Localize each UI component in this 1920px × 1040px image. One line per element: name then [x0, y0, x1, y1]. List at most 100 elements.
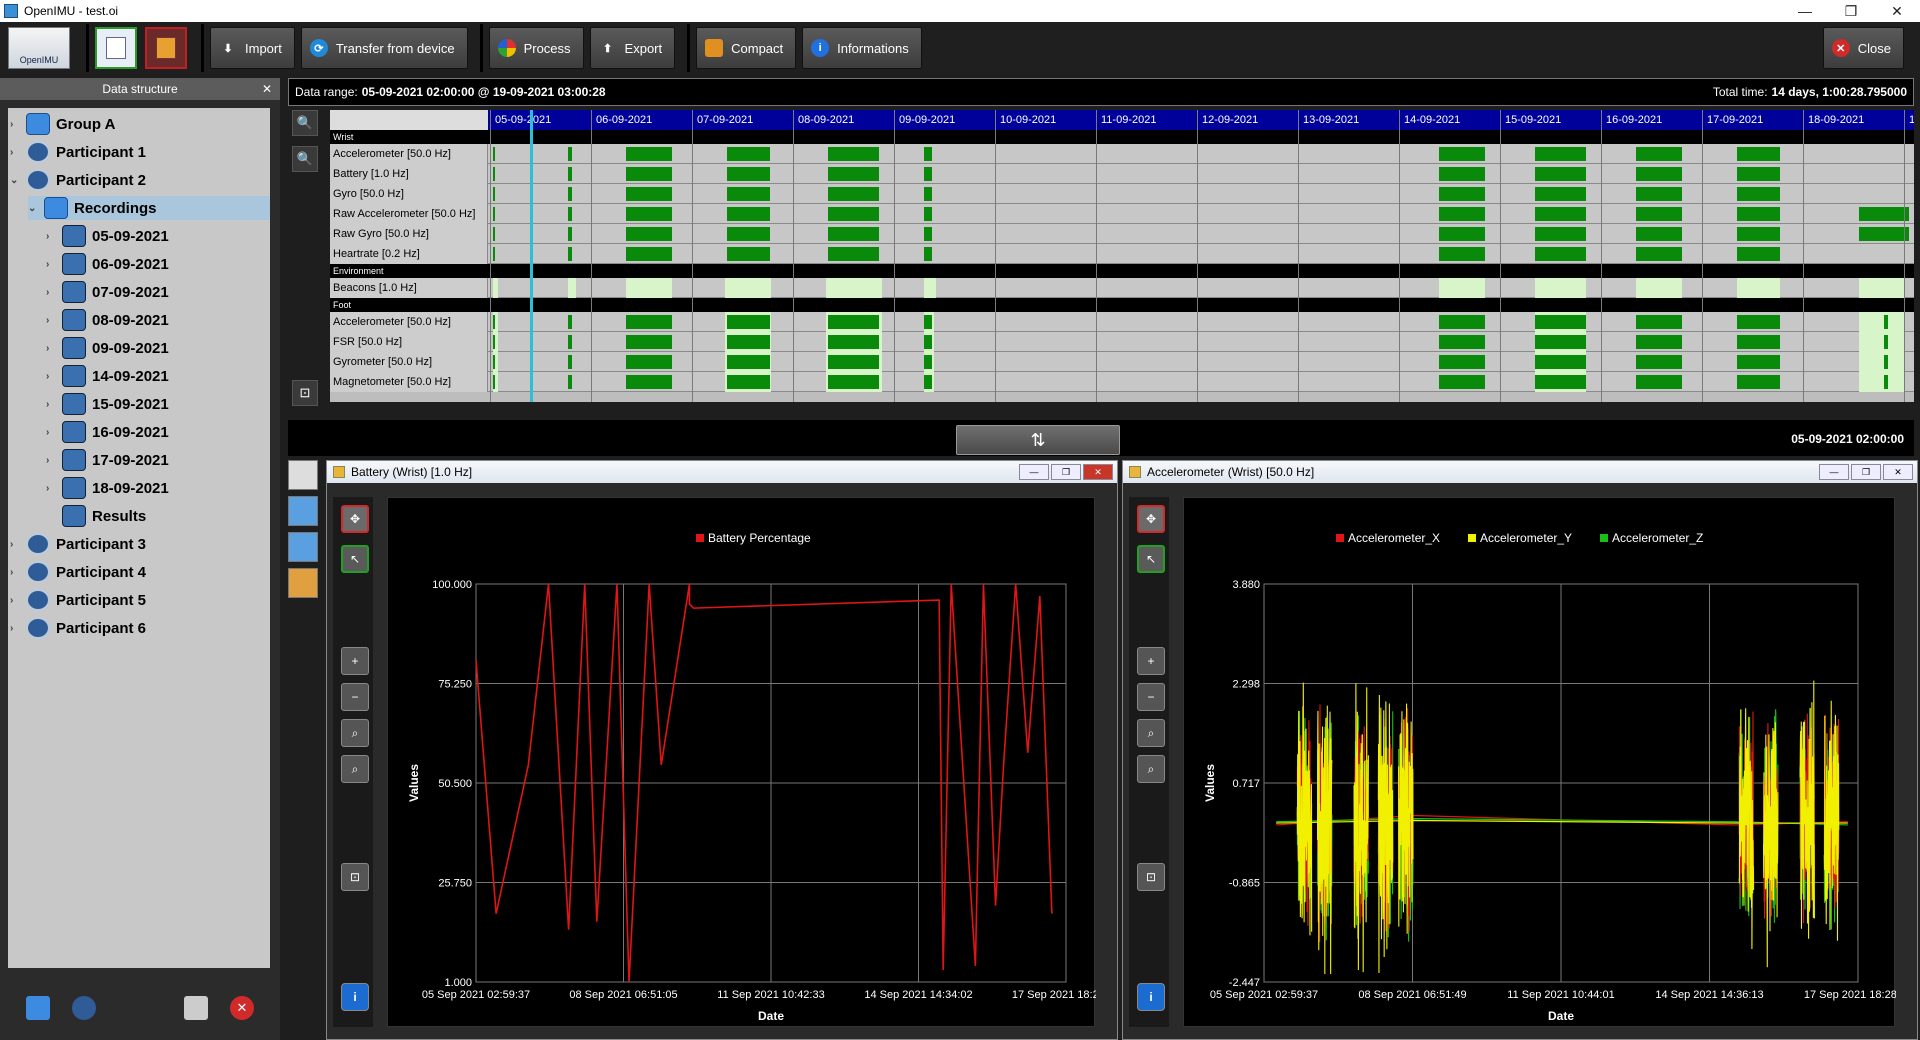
group-label: Environment	[333, 266, 384, 276]
zoom-in-icon[interactable]: +	[341, 647, 369, 675]
sensor-row[interactable]: Raw Gyro [50.0 Hz]	[330, 224, 1914, 244]
zoom-x-icon[interactable]: ⌕	[1137, 719, 1165, 747]
tree-item-recording[interactable]: › 15-09-2021	[46, 392, 169, 416]
window-minimize-button[interactable]: —	[1019, 464, 1049, 480]
window-close-button[interactable]: ✕	[1083, 464, 1113, 480]
sensor-row[interactable]: FSR [50.0 Hz]	[330, 332, 1914, 352]
tree-item-recording[interactable]: › 06-09-2021	[46, 252, 169, 276]
legend-label: Accelerometer_X	[1348, 531, 1440, 545]
informations-button[interactable]: i Informations	[802, 27, 922, 69]
calendar-icon	[62, 281, 86, 303]
restore-button[interactable]: ❐	[1828, 3, 1874, 20]
zoom-x-icon[interactable]: ⌕	[341, 719, 369, 747]
date-header-cell: 05-09-2021	[490, 110, 591, 130]
zoom-out-icon[interactable]: −	[1137, 683, 1165, 711]
window-close-button[interactable]: ✕	[1883, 464, 1913, 480]
sensor-row[interactable]: Raw Accelerometer [50.0 Hz]	[330, 204, 1914, 224]
delete-icon[interactable]: ✕	[230, 996, 254, 1020]
data-block	[1737, 278, 1780, 298]
sensor-row[interactable]: Heartrate [0.2 Hz]	[330, 244, 1914, 264]
transfer-button[interactable]: ⟳ Transfer from device	[300, 27, 468, 69]
sensor-row[interactable]: Gyro [50.0 Hz]	[330, 184, 1914, 204]
tree-item-participant[interactable]: › Participant 3	[10, 532, 146, 556]
window-maximize-button[interactable]: ❐	[1051, 464, 1081, 480]
date-header-cell: 17-09-2021	[1702, 110, 1803, 130]
tile-vertical-icon[interactable]	[288, 496, 318, 526]
tile-horizontal-icon[interactable]	[288, 532, 318, 562]
fit-icon[interactable]: ⊡	[341, 863, 369, 891]
battery-plot[interactable]: 100.000 75.250 50.500 25.750 1.000 05 Sep 202…	[387, 497, 1120, 1027]
toolbar-separator	[479, 24, 483, 72]
pane-close-button[interactable]: ✕	[262, 78, 272, 100]
tree-item-participant[interactable]: › Participant 6	[10, 616, 146, 640]
sensor-row[interactable]: Battery [1.0 Hz]	[330, 164, 1914, 184]
close-button[interactable]: ✕ Close	[1822, 27, 1904, 69]
fit-icon[interactable]: ⊡	[292, 380, 318, 406]
tree-item-group[interactable]: › Group A	[10, 112, 115, 136]
compact-button[interactable]: Compact	[696, 27, 797, 69]
data-block	[1636, 278, 1682, 298]
window-minimize-button[interactable]: —	[1819, 464, 1849, 480]
sensor-row[interactable]: Gyrometer [50.0 Hz]	[330, 352, 1914, 372]
data-view-button[interactable]	[95, 27, 137, 69]
data-block	[1737, 207, 1780, 221]
select-cursor-icon[interactable]: ↖	[341, 545, 369, 573]
data-block	[1858, 312, 1904, 332]
zoom-out-icon[interactable]: 🔍	[292, 146, 318, 172]
info-icon[interactable]: i	[341, 983, 369, 1011]
pan-icon[interactable]: ✥	[341, 505, 369, 533]
zoom-y-icon[interactable]: ⌕	[341, 755, 369, 783]
graph-view-icon[interactable]	[288, 460, 318, 490]
window-maximize-button[interactable]: ❐	[1851, 464, 1881, 480]
data-block	[1636, 167, 1682, 181]
swap-panels-button[interactable]: ⇅	[956, 425, 1120, 455]
tree-item-label: 14-09-2021	[92, 367, 169, 385]
y-tick-label: 25.750	[438, 878, 472, 890]
tree-item-participant[interactable]: ⌄ Participant 2	[10, 168, 146, 192]
tree-item-recording[interactable]: › 07-09-2021	[46, 280, 169, 304]
select-cursor-icon[interactable]: ↖	[1137, 545, 1165, 573]
tree-item-recording[interactable]: › 08-09-2021	[46, 308, 169, 332]
sensor-row[interactable]: Beacons [1.0 Hz]	[330, 278, 1914, 298]
sensor-row[interactable]: Magnetometer [50.0 Hz]	[330, 372, 1914, 392]
data-block	[1439, 147, 1485, 161]
timeline-grid[interactable]: 05-09-2021 06-09-2021 07-09-2021 08-09-2021…	[330, 110, 1914, 402]
day-gridline	[894, 110, 895, 402]
import-button[interactable]: ⬇ Import	[210, 27, 295, 69]
process-button[interactable]: Process	[488, 27, 584, 69]
zoom-y-icon[interactable]: ⌕	[1137, 755, 1165, 783]
tree-item-participant[interactable]: › Participant 4	[10, 560, 146, 584]
tile-grid-icon[interactable]	[288, 568, 318, 598]
tree-item-recording[interactable]: › 17-09-2021	[46, 448, 169, 472]
zoom-in-icon[interactable]: 🔍	[292, 110, 318, 136]
time-cursor[interactable]	[530, 110, 533, 402]
fit-icon[interactable]: ⊡	[1137, 863, 1165, 891]
zoom-in-icon[interactable]: +	[1137, 647, 1165, 675]
clean-icon[interactable]	[184, 996, 208, 1020]
tree-item-recording[interactable]: › 16-09-2021	[46, 420, 169, 444]
tree-item-label: Group A	[56, 115, 116, 133]
info-icon[interactable]: i	[1137, 983, 1165, 1011]
window-close-button[interactable]: ✕	[1874, 3, 1920, 20]
data-tree: › Group A › Participant 1 ⌄ Participant 2 ⌄…	[8, 108, 270, 968]
sensor-row[interactable]: Accelerometer [50.0 Hz]	[330, 144, 1914, 164]
tree-item-participant[interactable]: › Participant 1	[10, 140, 146, 164]
legend-label: Accelerometer_Y	[1480, 531, 1572, 545]
sensor-row[interactable]: Accelerometer [50.0 Hz]	[330, 312, 1914, 332]
openimu-logo-button[interactable]: OpenIMU	[8, 27, 70, 69]
pan-icon[interactable]: ✥	[1137, 505, 1165, 533]
tree-item-results[interactable]: Results	[46, 504, 146, 528]
export-button[interactable]: ⬆ Export	[589, 27, 676, 69]
accelerometer-plot[interactable]: 3.880 2.298 0.717 -0.865 -2.447 05 Sep 2021 0…	[1183, 497, 1912, 1027]
log-view-button[interactable]	[145, 27, 187, 69]
zoom-out-icon[interactable]: −	[341, 683, 369, 711]
tree-item-recording[interactable]: › 09-09-2021	[46, 336, 169, 360]
tree-item-recording[interactable]: › 18-09-2021	[46, 476, 169, 500]
add-group-icon[interactable]	[26, 996, 50, 1020]
minimize-button[interactable]: —	[1782, 3, 1828, 20]
tree-item-recordings[interactable]: ⌄ Recordings	[28, 196, 270, 220]
tree-item-participant[interactable]: › Participant 5	[10, 588, 146, 612]
tree-item-recording[interactable]: › 05-09-2021	[46, 224, 169, 248]
add-participant-icon[interactable]	[72, 996, 96, 1020]
tree-item-recording[interactable]: › 14-09-2021	[46, 364, 169, 388]
